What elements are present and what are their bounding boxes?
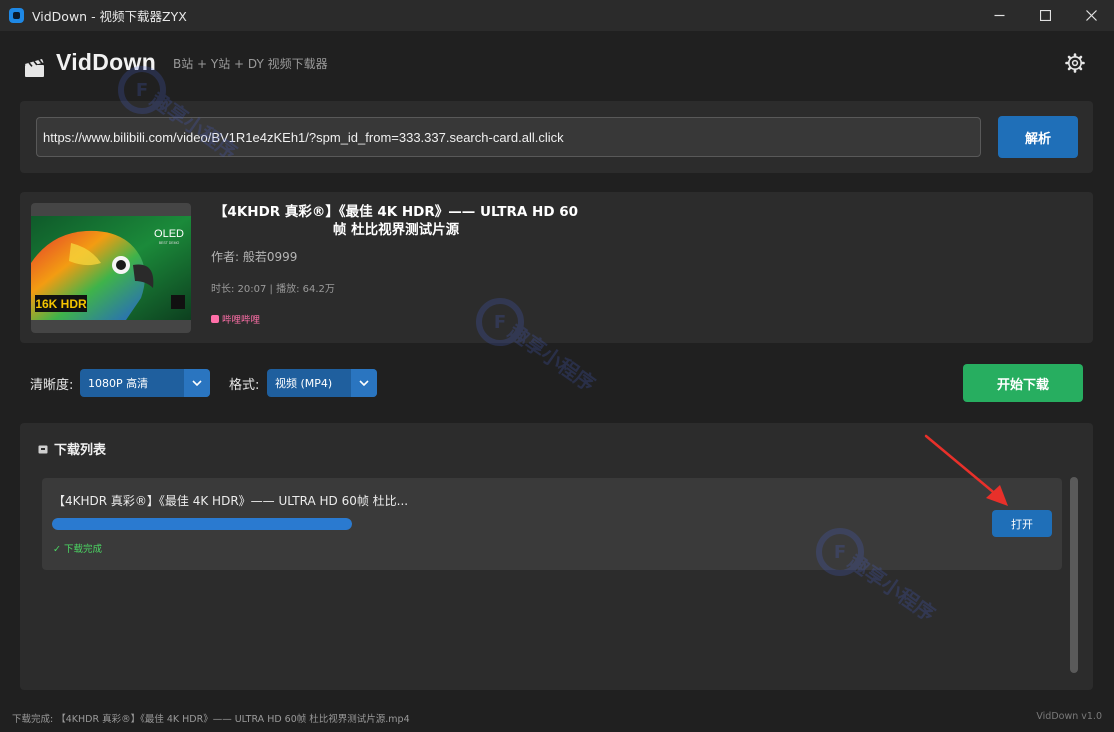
quality-select[interactable]: 1080P 高清 xyxy=(80,369,210,397)
chevron-down-icon[interactable] xyxy=(184,369,210,397)
video-thumbnail: 16K HDR OLED BEST DEMO xyxy=(31,203,191,333)
close-icon xyxy=(1085,10,1097,21)
chevron-down-icon[interactable] xyxy=(351,369,377,397)
format-value: 视频 (MP4) xyxy=(275,377,333,390)
maximize-icon xyxy=(1039,10,1051,21)
url-panel: 解析 xyxy=(20,101,1093,173)
download-item-status: ✓ 下载完成 xyxy=(53,544,102,555)
thumbnail-badge-right: OLED xyxy=(154,228,184,240)
annotation-arrow-icon xyxy=(924,434,1008,506)
thumbnail-image: 16K HDR OLED BEST DEMO xyxy=(31,216,191,320)
thumbnail-badge-left: 16K HDR xyxy=(35,297,87,311)
brand-title: VidDown xyxy=(56,49,157,75)
status-bar-message: 下载完成: 【4KHDR 真彩®】《最佳 4K HDR》—— ULTRA HD … xyxy=(12,714,410,725)
video-title: 【4KHDR 真彩®】《最佳 4K HDR》—— ULTRA HD 60帧 杜比… xyxy=(213,204,579,238)
app-header: VidDown B站 + Y站 + DY 视频下载器 xyxy=(0,31,1114,97)
minimize-button[interactable] xyxy=(976,0,1022,31)
inbox-icon xyxy=(38,445,48,453)
app-icon xyxy=(9,8,24,23)
close-button[interactable] xyxy=(1068,0,1114,31)
quality-value: 1080P 高清 xyxy=(88,377,149,390)
platform-label: 哔哩哔哩 xyxy=(222,315,261,326)
download-list-header: 下载列表 xyxy=(38,439,106,458)
format-label: 格式: xyxy=(229,378,260,393)
platform-tag: 哔哩哔哩 xyxy=(211,312,260,326)
video-author: 作者: 般若0999 xyxy=(211,250,298,264)
download-progress-bar xyxy=(52,518,352,530)
video-info-panel: 16K HDR OLED BEST DEMO 【4KHDR 真彩®】《最佳 4K… xyxy=(20,192,1093,343)
format-select[interactable]: 视频 (MP4) xyxy=(267,369,377,397)
parse-button[interactable]: 解析 xyxy=(998,116,1078,158)
thumbnail-badge-right-sub: BEST DEMO xyxy=(159,241,180,245)
maximize-button[interactable] xyxy=(1022,0,1068,31)
download-item: 【4KHDR 真彩®】《最佳 4K HDR》—— ULTRA HD 60帧 杜比… xyxy=(42,478,1062,570)
download-progress-fill xyxy=(52,518,352,530)
video-meta: 时长: 20:07 | 播放: 64.2万 xyxy=(211,284,335,295)
list-scrollbar[interactable] xyxy=(1070,477,1078,673)
tv-icon xyxy=(211,315,219,323)
clapperboard-icon xyxy=(25,59,44,77)
title-bar: VidDown - 视频下载器ZYX xyxy=(0,0,1114,31)
quality-label: 清晰度: xyxy=(30,378,74,393)
download-list-title: 下载列表 xyxy=(54,443,107,458)
gear-icon[interactable] xyxy=(1065,53,1085,73)
window-title: VidDown - 视频下载器ZYX xyxy=(32,9,187,24)
window-controls xyxy=(976,0,1114,31)
dolby-logo-icon xyxy=(171,295,185,309)
open-file-button[interactable]: 打开 xyxy=(992,510,1052,537)
start-download-button[interactable]: 开始下载 xyxy=(963,364,1083,402)
minimize-icon xyxy=(994,14,1004,17)
download-item-name: 【4KHDR 真彩®】《最佳 4K HDR》—— ULTRA HD 60帧 杜比… xyxy=(53,494,409,508)
url-input[interactable] xyxy=(36,117,981,157)
version-label: VidDown v1.0 xyxy=(1036,711,1102,722)
brand-subtitle: B站 + Y站 + DY 视频下载器 xyxy=(173,57,328,71)
